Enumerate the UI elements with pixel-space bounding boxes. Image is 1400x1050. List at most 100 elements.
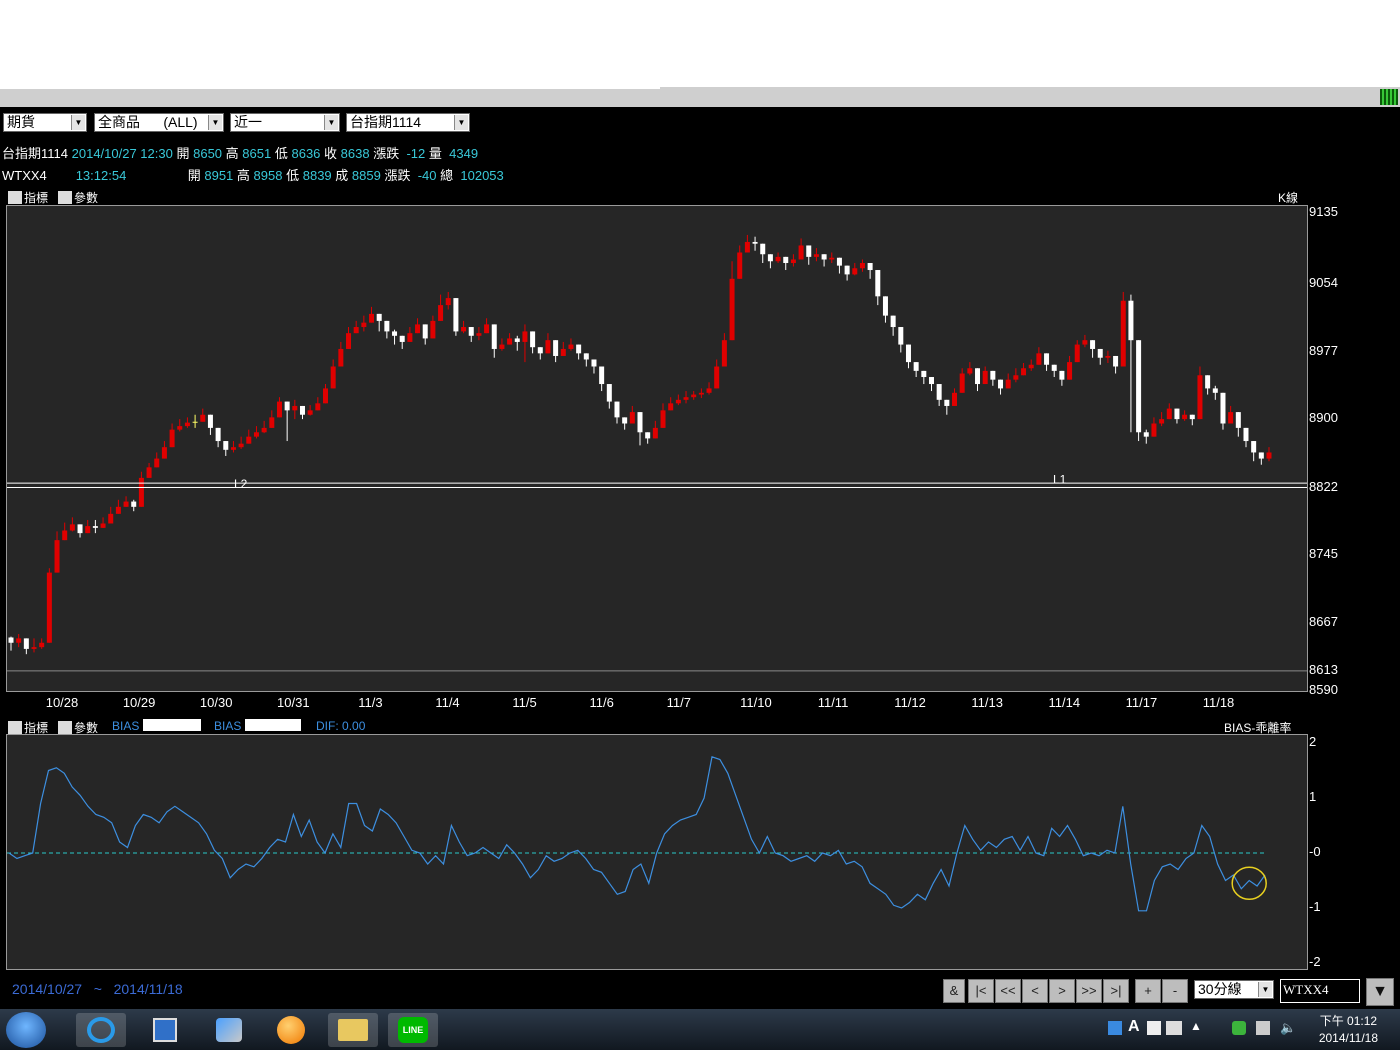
candle xyxy=(31,638,37,653)
file-explorer-icon[interactable] xyxy=(328,1013,378,1047)
candle xyxy=(207,414,213,435)
tray-keyboard-icon[interactable] xyxy=(1166,1021,1182,1035)
quote1-high-label: 高 xyxy=(225,146,239,161)
dropdown-arrow-button[interactable]: ▼ xyxy=(1366,978,1394,1006)
candle xyxy=(169,423,175,448)
candle xyxy=(491,324,497,358)
symbol-select[interactable]: 台指期1114 ▼ xyxy=(346,113,470,132)
main-indicator-button[interactable]: 指標 xyxy=(8,189,48,206)
network-icon[interactable] xyxy=(1256,1021,1270,1035)
candle xyxy=(438,294,444,321)
quote2-name: WTXX4 xyxy=(2,168,47,183)
symbol-input[interactable]: WTXX4 xyxy=(1280,979,1360,1003)
quote2-volume: 102053 xyxy=(460,168,504,183)
candle xyxy=(100,517,106,528)
chevron-down-icon: ▼ xyxy=(1372,983,1388,1000)
candle xyxy=(1059,370,1065,386)
candle xyxy=(323,384,328,404)
quote1-high: 8651 xyxy=(242,146,272,161)
candle xyxy=(514,335,520,351)
chevron-down-icon[interactable]: ▼ xyxy=(208,115,222,130)
bias-y-tick-label: 2 xyxy=(1309,734,1317,749)
dif-value: 0.00 xyxy=(342,719,366,733)
candle xyxy=(507,333,513,345)
triangle-up-icon xyxy=(8,721,22,734)
next-page-button[interactable]: >> xyxy=(1076,979,1102,1003)
candle xyxy=(1182,410,1188,421)
chevron-down-icon[interactable]: ▼ xyxy=(71,115,85,130)
candle xyxy=(384,320,390,339)
quote1-volume: 4349 xyxy=(449,146,479,161)
bias2-label: BIAS xyxy=(214,719,242,733)
first-button[interactable]: |< xyxy=(968,979,994,1003)
start-button-icon[interactable] xyxy=(6,1012,46,1048)
x-tick-label: 11/3 xyxy=(358,695,383,710)
next-button[interactable]: > xyxy=(1049,979,1075,1003)
candle xyxy=(200,408,206,422)
prev-page-button[interactable]: << xyxy=(995,979,1021,1003)
candle xyxy=(422,324,428,345)
tray-line-icon[interactable] xyxy=(1232,1021,1246,1035)
media-player-icon[interactable] xyxy=(140,1013,190,1047)
candle xyxy=(476,327,482,341)
candle xyxy=(967,362,973,376)
tray-app-icon[interactable] xyxy=(1108,1021,1122,1035)
line-app-icon[interactable]: LINE xyxy=(388,1013,438,1047)
chevron-down-icon[interactable]: ▼ xyxy=(454,115,468,130)
candle xyxy=(714,359,720,389)
candle xyxy=(1151,417,1157,437)
market-select[interactable]: 期貨 ▼ xyxy=(3,113,87,132)
show-hidden-icons-icon[interactable]: ▲ xyxy=(1190,1019,1202,1033)
candle xyxy=(859,259,865,272)
internet-explorer-icon[interactable] xyxy=(76,1013,126,1047)
bias-chart-area[interactable] xyxy=(6,734,1308,970)
y-tick-label: 8977 xyxy=(1309,342,1338,358)
candle xyxy=(69,517,75,532)
candle xyxy=(1136,340,1142,442)
main-param-button[interactable]: 參數 xyxy=(58,189,98,206)
zoom-in-button[interactable]: + xyxy=(1135,979,1161,1003)
system-clock[interactable]: 下午 01:12 2014/11/18 xyxy=(1319,1013,1378,1047)
tray-window-icon[interactable] xyxy=(1147,1021,1161,1035)
candle xyxy=(936,384,942,406)
quote-line-1: 台指期1114 2014/10/27 12:30 開 8650 高 8651 低… xyxy=(2,143,478,162)
bias-y-tick-label: 1 xyxy=(1309,789,1317,804)
candle xyxy=(1044,353,1050,371)
quote2-change-label: 漲跌 xyxy=(384,168,411,183)
period-select-value: 近一 xyxy=(234,114,262,130)
candle xyxy=(92,519,98,534)
candle xyxy=(346,327,352,349)
y-tick-label: 8745 xyxy=(1309,546,1338,562)
interval-select[interactable]: 30分線 ▼ xyxy=(1194,980,1274,999)
candle xyxy=(591,359,597,374)
y-tick-label: 8822 xyxy=(1309,478,1338,494)
candle xyxy=(161,441,167,459)
candle xyxy=(484,318,490,334)
candle xyxy=(1097,348,1103,365)
period-select[interactable]: 近一 ▼ xyxy=(230,113,340,132)
candle xyxy=(85,519,91,534)
quote2-open: 8951 xyxy=(204,168,234,183)
zoom-out-button[interactable]: - xyxy=(1162,979,1188,1003)
candlestick-chart-area[interactable]: L2 L1 xyxy=(6,205,1308,692)
quote2-low-label: 低 xyxy=(286,168,300,183)
amp-button[interactable]: & xyxy=(943,979,965,1003)
candle xyxy=(1166,403,1172,420)
input-method-icon[interactable]: A xyxy=(1128,1018,1142,1036)
volume-icon[interactable]: 🔈 xyxy=(1280,1020,1296,1036)
chevron-down-icon[interactable]: ▼ xyxy=(324,115,338,130)
orange-app-icon[interactable] xyxy=(266,1013,316,1047)
wand-app-icon[interactable] xyxy=(204,1013,254,1047)
last-button[interactable]: >| xyxy=(1103,979,1129,1003)
quote2-volume-label: 總 xyxy=(440,168,454,183)
candle xyxy=(246,429,252,444)
candle xyxy=(1021,362,1027,376)
candle xyxy=(568,338,574,351)
prev-button[interactable]: < xyxy=(1022,979,1048,1003)
candle xyxy=(223,441,229,456)
candle xyxy=(1258,452,1264,465)
product-select[interactable]: 全商品 (ALL) ▼ xyxy=(94,113,224,132)
line-app-label: LINE xyxy=(398,1017,428,1043)
chevron-down-icon[interactable]: ▼ xyxy=(1258,982,1272,997)
sub-param-label: 參數 xyxy=(74,721,99,735)
